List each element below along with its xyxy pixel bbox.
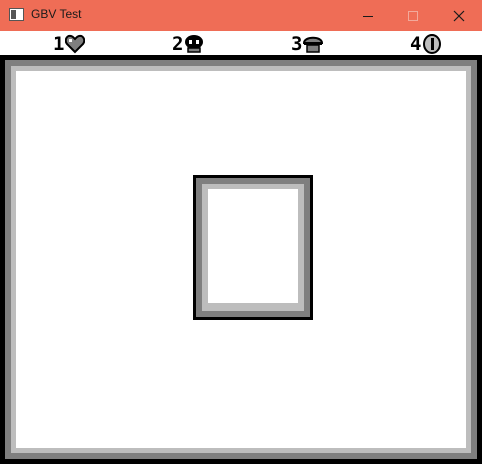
window-title: GBV Test: [31, 7, 82, 21]
close-button[interactable]: [436, 0, 482, 31]
status-slot-4: 4: [410, 34, 442, 54]
status-bar: 1 2 3 4: [0, 31, 482, 55]
status-slot-1: 1: [53, 33, 86, 55]
maximize-icon: [408, 10, 418, 21]
center-box-interior: [208, 189, 298, 303]
title-bar[interactable]: GBV Test: [0, 0, 482, 31]
heart-icon: [65, 34, 86, 54]
slot-number: 1: [53, 33, 65, 55]
coin-icon: [423, 34, 442, 54]
maximize-button[interactable]: [390, 0, 436, 31]
close-icon: [453, 10, 465, 21]
app-icon: [9, 8, 24, 21]
status-slot-2: 2: [172, 34, 204, 54]
minimize-button[interactable]: [345, 0, 391, 31]
status-slot-3: 3: [291, 33, 324, 55]
minimize-icon: [363, 15, 373, 17]
slot-number: 4: [410, 33, 422, 55]
helmet-face-icon: [303, 36, 324, 53]
app-window: GBV Test 1 2 3 4: [0, 0, 482, 464]
slot-number: 2: [172, 33, 184, 55]
slot-number: 3: [291, 33, 303, 55]
round-face-icon: [185, 35, 204, 53]
